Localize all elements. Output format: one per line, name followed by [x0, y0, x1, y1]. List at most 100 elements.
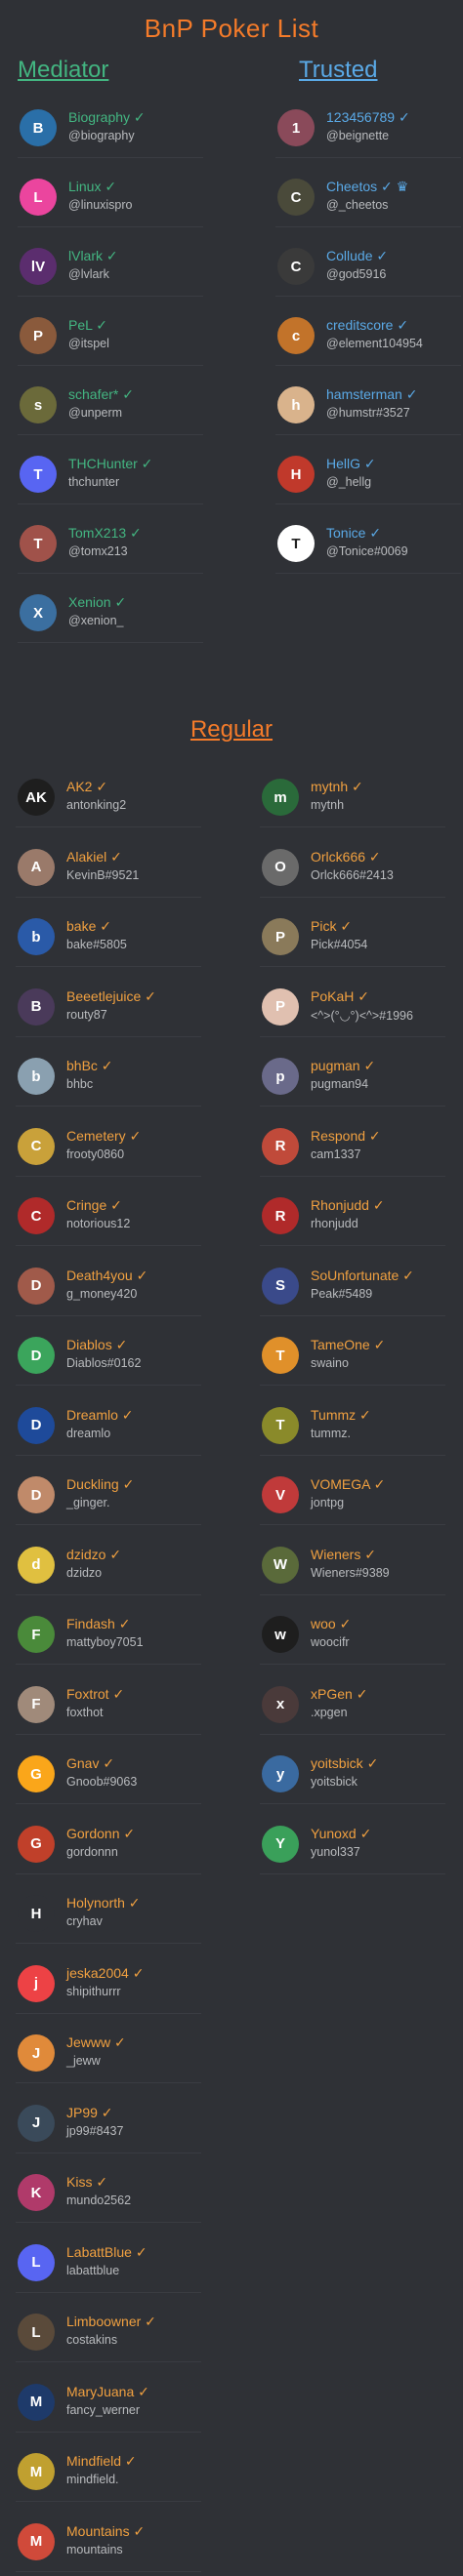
avatar[interactable]: C	[18, 1197, 55, 1234]
member-entry[interactable]: x xPGen ✓ .xpgen	[260, 1680, 445, 1735]
member-name[interactable]: Collude ✓	[326, 248, 388, 264]
member-name[interactable]: HellG ✓	[326, 456, 376, 472]
member-name[interactable]: Findash ✓	[66, 1616, 130, 1632]
member-entry[interactable]: 1 123456789 ✓ @beignette	[275, 103, 461, 158]
avatar[interactable]: w	[262, 1616, 299, 1653]
member-name[interactable]: THCHunter ✓	[68, 456, 152, 472]
member-name[interactable]: PoKaH ✓	[311, 988, 369, 1005]
member-entry[interactable]: s schafer* ✓ @unperm	[18, 381, 203, 435]
member-entry[interactable]: c creditscore ✓ @element104954	[275, 311, 461, 366]
avatar[interactable]: P	[20, 317, 57, 354]
member-name[interactable]: Jewww ✓	[66, 2034, 126, 2051]
member-entry[interactable]: b bhBc ✓ bhbc	[16, 1052, 201, 1107]
avatar[interactable]: L	[18, 2243, 55, 2281]
member-entry[interactable]: B Biography ✓ @biography	[18, 103, 203, 158]
member-name[interactable]: LabattBlue ✓	[66, 2244, 147, 2261]
avatar[interactable]: m	[262, 779, 299, 816]
member-name[interactable]: Mountains ✓	[66, 2523, 145, 2540]
member-entry[interactable]: D Dreamlo ✓ dreamlo	[16, 1401, 201, 1456]
member-entry[interactable]: w woo ✓ woocifr	[260, 1610, 445, 1665]
member-name[interactable]: bake ✓	[66, 918, 111, 935]
member-name[interactable]: hamsterman ✓	[326, 386, 417, 403]
member-entry[interactable]: B Beeetlejuice ✓ routy87	[16, 983, 201, 1037]
member-name[interactable]: Tonice ✓	[326, 525, 381, 542]
member-name[interactable]: Gnav ✓	[66, 1755, 114, 1772]
member-name[interactable]: dzidzo ✓	[66, 1547, 121, 1563]
member-name[interactable]: Death4you ✓	[66, 1268, 147, 1284]
member-entry[interactable]: L Linux ✓ @linuxispro	[18, 173, 203, 227]
member-name[interactable]: MaryJuana ✓	[66, 2384, 149, 2400]
avatar[interactable]: W	[262, 1546, 299, 1584]
member-name[interactable]: creditscore ✓	[326, 317, 408, 334]
member-entry[interactable]: D Duckling ✓ _ginger.	[16, 1470, 201, 1525]
avatar[interactable]: y	[262, 1755, 299, 1792]
avatar[interactable]: J	[18, 2104, 55, 2142]
member-entry[interactable]: A Alakiel ✓ KevinB#9521	[16, 843, 201, 898]
avatar[interactable]: 1	[277, 109, 315, 146]
member-entry[interactable]: C Collude ✓ @god5916	[275, 242, 461, 297]
avatar[interactable]: D	[18, 1267, 55, 1305]
member-entry[interactable]: J JP99 ✓ jp99#8437	[16, 2099, 201, 2153]
member-name[interactable]: schafer* ✓	[68, 386, 134, 403]
member-name[interactable]: Biography ✓	[68, 109, 146, 126]
member-entry[interactable]: d dzidzo ✓ dzidzo	[16, 1541, 201, 1595]
avatar[interactable]: D	[18, 1337, 55, 1374]
member-name[interactable]: Yunoxd ✓	[311, 1826, 371, 1842]
avatar[interactable]: b	[18, 1058, 55, 1095]
member-entry[interactable]: M MaryJuana ✓ fancy_werner	[16, 2378, 201, 2433]
member-entry[interactable]: T THCHunter ✓ thchunter	[18, 450, 203, 504]
member-entry[interactable]: C Cringe ✓ notorious12	[16, 1191, 201, 1246]
member-name[interactable]: JP99 ✓	[66, 2105, 113, 2121]
avatar[interactable]: X	[20, 594, 57, 631]
member-entry[interactable]: V VOMEGA ✓ jontpg	[260, 1470, 445, 1525]
member-entry[interactable]: D Death4you ✓ g_money420	[16, 1262, 201, 1316]
avatar[interactable]: C	[277, 179, 315, 216]
avatar[interactable]: b	[18, 918, 55, 955]
avatar[interactable]: M	[18, 2522, 55, 2560]
avatar[interactable]: G	[18, 1755, 55, 1792]
member-name[interactable]: Linux ✓	[68, 179, 116, 195]
member-entry[interactable]: T TameOne ✓ swaino	[260, 1331, 445, 1386]
avatar[interactable]: M	[18, 2453, 55, 2490]
member-name[interactable]: Holynorth ✓	[66, 1895, 141, 1912]
member-name[interactable]: pugman ✓	[311, 1058, 375, 1074]
member-name[interactable]: Rhonjudd ✓	[311, 1197, 385, 1214]
avatar[interactable]: s	[20, 386, 57, 423]
member-name[interactable]: Kiss ✓	[66, 2174, 107, 2191]
avatar[interactable]: T	[277, 525, 315, 562]
member-name[interactable]: Cringe ✓	[66, 1197, 122, 1214]
member-entry[interactable]: M Mountains ✓ mountains	[16, 2517, 201, 2572]
avatar[interactable]: J	[18, 2034, 55, 2072]
avatar[interactable]: Y	[262, 1825, 299, 1863]
avatar[interactable]: P	[262, 987, 299, 1026]
member-entry[interactable]: G Gnav ✓ Gnoob#9063	[16, 1750, 201, 1804]
member-entry[interactable]: H Holynorth ✓ cryhav	[16, 1889, 201, 1944]
member-name[interactable]: TomX213 ✓	[68, 525, 142, 542]
member-entry[interactable]: T TomX213 ✓ @tomx213	[18, 519, 203, 574]
avatar[interactable]: L	[18, 2314, 55, 2351]
avatar[interactable]: c	[277, 317, 315, 354]
member-name[interactable]: VOMEGA ✓	[311, 1476, 385, 1493]
member-name[interactable]: woo ✓	[311, 1616, 351, 1632]
member-entry[interactable]: h hamsterman ✓ @humstr#3527	[275, 381, 461, 435]
member-name[interactable]: Mindfield ✓	[66, 2453, 137, 2470]
member-entry[interactable]: AK AK2 ✓ antonking2	[16, 773, 201, 827]
member-name[interactable]: PeL ✓	[68, 317, 107, 334]
avatar[interactable]: L	[20, 179, 57, 216]
member-entry[interactable]: R Rhonjudd ✓ rhonjudd	[260, 1191, 445, 1246]
member-name[interactable]: Tummz ✓	[311, 1407, 371, 1424]
member-entry[interactable]: C Cemetery ✓ frooty0860	[16, 1122, 201, 1177]
avatar[interactable]: C	[277, 248, 315, 285]
member-name[interactable]: Cemetery ✓	[66, 1128, 141, 1145]
member-entry[interactable]: F Foxtrot ✓ foxthot	[16, 1680, 201, 1735]
member-entry[interactable]: L Limboowner ✓ costakins	[16, 2308, 201, 2362]
avatar[interactable]: A	[18, 848, 55, 886]
avatar[interactable]: B	[18, 987, 55, 1026]
avatar[interactable]: V	[262, 1476, 299, 1513]
avatar[interactable]: d	[18, 1546, 55, 1584]
member-entry[interactable]: O Orlck666 ✓ Orlck666#2413	[260, 843, 445, 898]
member-name[interactable]: TameOne ✓	[311, 1337, 385, 1353]
member-entry[interactable]: lV lVlark ✓ @lvlark	[18, 242, 203, 297]
member-entry[interactable]: R Respond ✓ cam1337	[260, 1122, 445, 1177]
member-name[interactable]: Respond ✓	[311, 1128, 381, 1145]
